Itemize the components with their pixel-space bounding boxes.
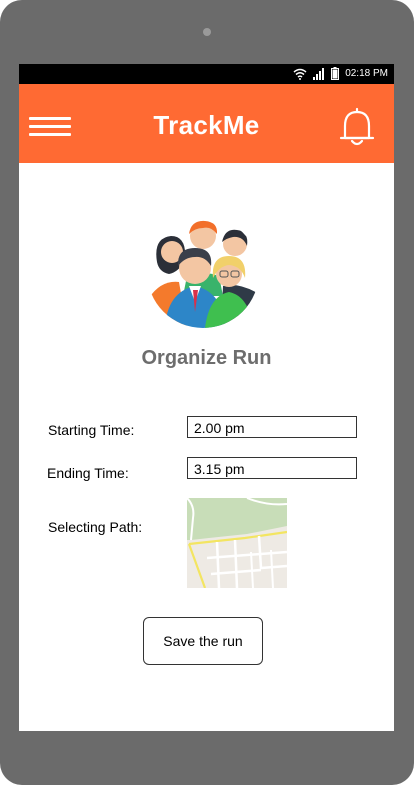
starting-time-label: Starting Time: xyxy=(48,422,135,438)
wifi-icon xyxy=(293,68,307,80)
selecting-path-label: Selecting Path: xyxy=(48,519,143,535)
save-run-button[interactable]: Save the run xyxy=(143,617,263,665)
page-title: Organize Run xyxy=(141,347,272,369)
status-bar: 02:18 PM xyxy=(19,64,394,84)
battery-icon xyxy=(331,67,340,80)
ending-time-field[interactable]: 3.15 pm xyxy=(187,457,357,479)
bell-icon[interactable] xyxy=(337,106,377,148)
status-time: 02:18 PM xyxy=(345,68,388,79)
camera-dot xyxy=(203,28,211,36)
screen: 02:18 PM TrackMe Organize Run Starting T… xyxy=(19,64,394,731)
status-icons: 02:18 PM xyxy=(293,67,388,80)
device-frame: 02:18 PM TrackMe Organize Run Starting T… xyxy=(0,0,414,785)
starting-time-field[interactable]: 2.00 pm xyxy=(187,416,357,438)
map-icon[interactable] xyxy=(187,498,287,588)
app-bar: TrackMe xyxy=(19,84,394,163)
signal-icon xyxy=(313,67,325,80)
ending-time-label: Ending Time: xyxy=(47,465,129,481)
people-group-icon xyxy=(149,220,259,328)
